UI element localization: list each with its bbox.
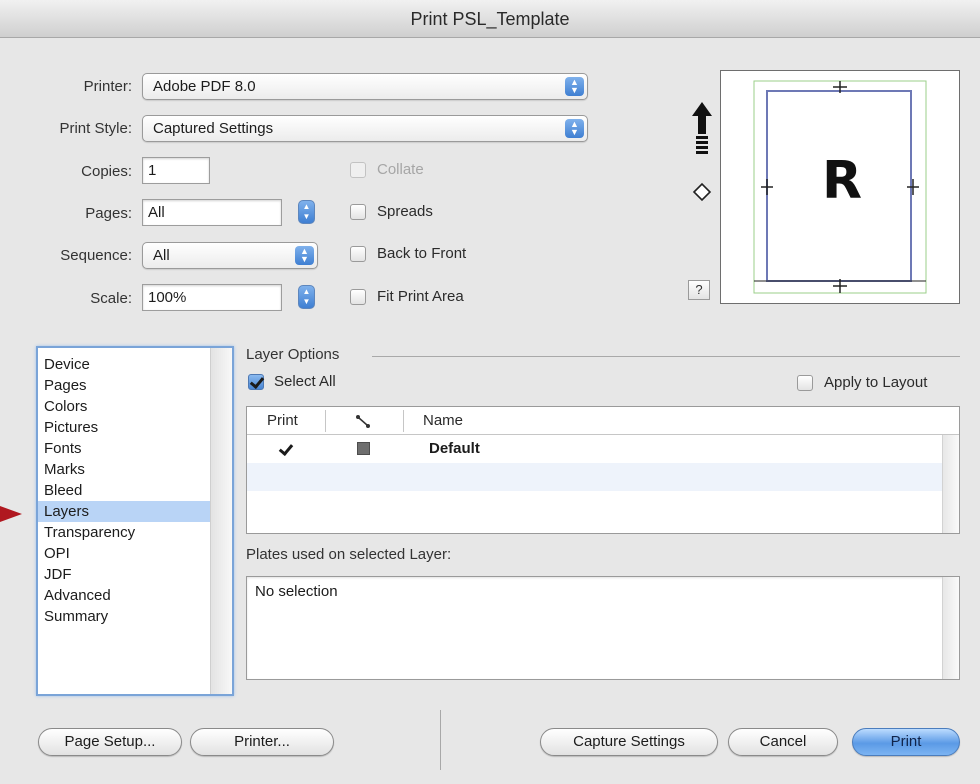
category-list[interactable]: Device Pages Colors Pictures Fonts Marks…	[36, 346, 234, 696]
list-scrollbar[interactable]	[210, 348, 232, 694]
scale-field[interactable]: 100%	[142, 284, 282, 311]
print-button[interactable]: Print	[852, 728, 960, 756]
sidebar-item-pages[interactable]: Pages	[44, 375, 204, 396]
fit-print-area-label: Fit Print Area	[377, 288, 464, 305]
layers-table: Print Name Default	[246, 406, 960, 534]
sidebar-item-device[interactable]: Device	[44, 354, 204, 375]
plates-label: Plates used on selected Layer:	[246, 546, 452, 563]
plates-scrollbar[interactable]	[942, 577, 959, 679]
print-style-value: Captured Settings	[153, 120, 274, 137]
sidebar-item-advanced[interactable]: Advanced	[44, 585, 204, 606]
spreads-checkbox[interactable]	[350, 204, 366, 220]
apply-to-layout-label: Apply to Layout	[824, 374, 928, 391]
paper-orientation-icon	[692, 182, 712, 202]
sidebar-item-marks[interactable]: Marks	[44, 459, 204, 480]
table-row-empty	[247, 463, 943, 491]
back-to-front-label: Back to Front	[377, 245, 467, 262]
sequence-popup[interactable]: All ▲ ▼	[142, 242, 318, 269]
feed-direction-arrow-icon	[692, 102, 712, 154]
collate-label: Collate	[377, 161, 424, 178]
plates-box: No selection	[246, 576, 960, 680]
table-scrollbar[interactable]	[942, 435, 959, 533]
popup-arrows-icon: ▲ ▼	[565, 119, 584, 138]
sidebar-item-transparency[interactable]: Transparency	[44, 522, 204, 543]
back-to-front-checkbox[interactable]	[350, 246, 366, 262]
select-all-label: Select All	[274, 373, 336, 390]
apply-to-layout-checkbox[interactable]	[797, 375, 813, 391]
copies-field[interactable]: 1	[142, 157, 210, 184]
preview-letter: R	[821, 151, 863, 211]
section-divider	[372, 356, 960, 357]
select-all-checkbox[interactable]	[248, 374, 264, 390]
scale-label: Scale:	[90, 290, 132, 307]
popup-arrows-icon: ▲ ▼	[565, 77, 584, 96]
layer-options-title: Layer Options	[246, 346, 340, 363]
plates-value: No selection	[255, 583, 338, 600]
layer-color-column-icon[interactable]	[355, 414, 371, 428]
print-style-label: Print Style:	[59, 120, 132, 137]
page-setup-button[interactable]: Page Setup...	[38, 728, 182, 756]
fit-print-area-checkbox[interactable]	[350, 289, 366, 305]
column-print[interactable]: Print	[267, 407, 298, 435]
cancel-button[interactable]: Cancel	[728, 728, 838, 756]
sequence-label: Sequence:	[60, 247, 132, 264]
sidebar-item-jdf[interactable]: JDF	[44, 564, 204, 585]
collate-checkbox[interactable]	[350, 162, 366, 178]
printer-label: Printer:	[83, 78, 132, 95]
table-row-empty	[247, 491, 943, 519]
sidebar-item-bleed[interactable]: Bleed	[44, 480, 204, 501]
printer-value: Adobe PDF 8.0	[153, 78, 256, 95]
sidebar-item-summary[interactable]: Summary	[44, 606, 204, 627]
scale-stepper[interactable]: ▲ ▼	[298, 285, 315, 309]
sidebar-item-colors[interactable]: Colors	[44, 396, 204, 417]
layer-color-swatch	[357, 442, 370, 455]
print-dialog: Print PSL_Template Printer: Adobe PDF 8.…	[0, 0, 980, 784]
pages-stepper[interactable]: ▲ ▼	[298, 200, 315, 224]
spreads-label: Spreads	[377, 203, 433, 220]
layer-name: Default	[429, 440, 480, 457]
layer-print-checkbox[interactable]	[278, 442, 292, 456]
column-name[interactable]: Name	[423, 407, 463, 435]
pages-label: Pages:	[85, 205, 132, 222]
printer-popup[interactable]: Adobe PDF 8.0 ▲ ▼	[142, 73, 588, 100]
print-style-popup[interactable]: Captured Settings ▲ ▼	[142, 115, 588, 142]
table-row[interactable]: Default	[247, 435, 943, 463]
pages-field[interactable]: All	[142, 199, 282, 226]
sidebar-item-fonts[interactable]: Fonts	[44, 438, 204, 459]
window-title: Print PSL_Template	[0, 0, 980, 38]
capture-settings-button[interactable]: Capture Settings	[540, 728, 718, 756]
sidebar-item-pictures[interactable]: Pictures	[44, 417, 204, 438]
printer-button[interactable]: Printer...	[190, 728, 334, 756]
button-separator	[440, 710, 441, 770]
sidebar-item-layers[interactable]: Layers	[38, 501, 210, 522]
help-button[interactable]: ?	[688, 280, 710, 300]
sidebar-item-opi[interactable]: OPI	[44, 543, 204, 564]
table-header: Print Name	[247, 407, 959, 435]
sequence-value: All	[153, 247, 170, 264]
popup-arrows-icon: ▲ ▼	[295, 246, 314, 265]
copies-label: Copies:	[81, 163, 132, 180]
pointer-arrow-icon	[0, 506, 22, 522]
page-preview: R	[720, 70, 960, 304]
